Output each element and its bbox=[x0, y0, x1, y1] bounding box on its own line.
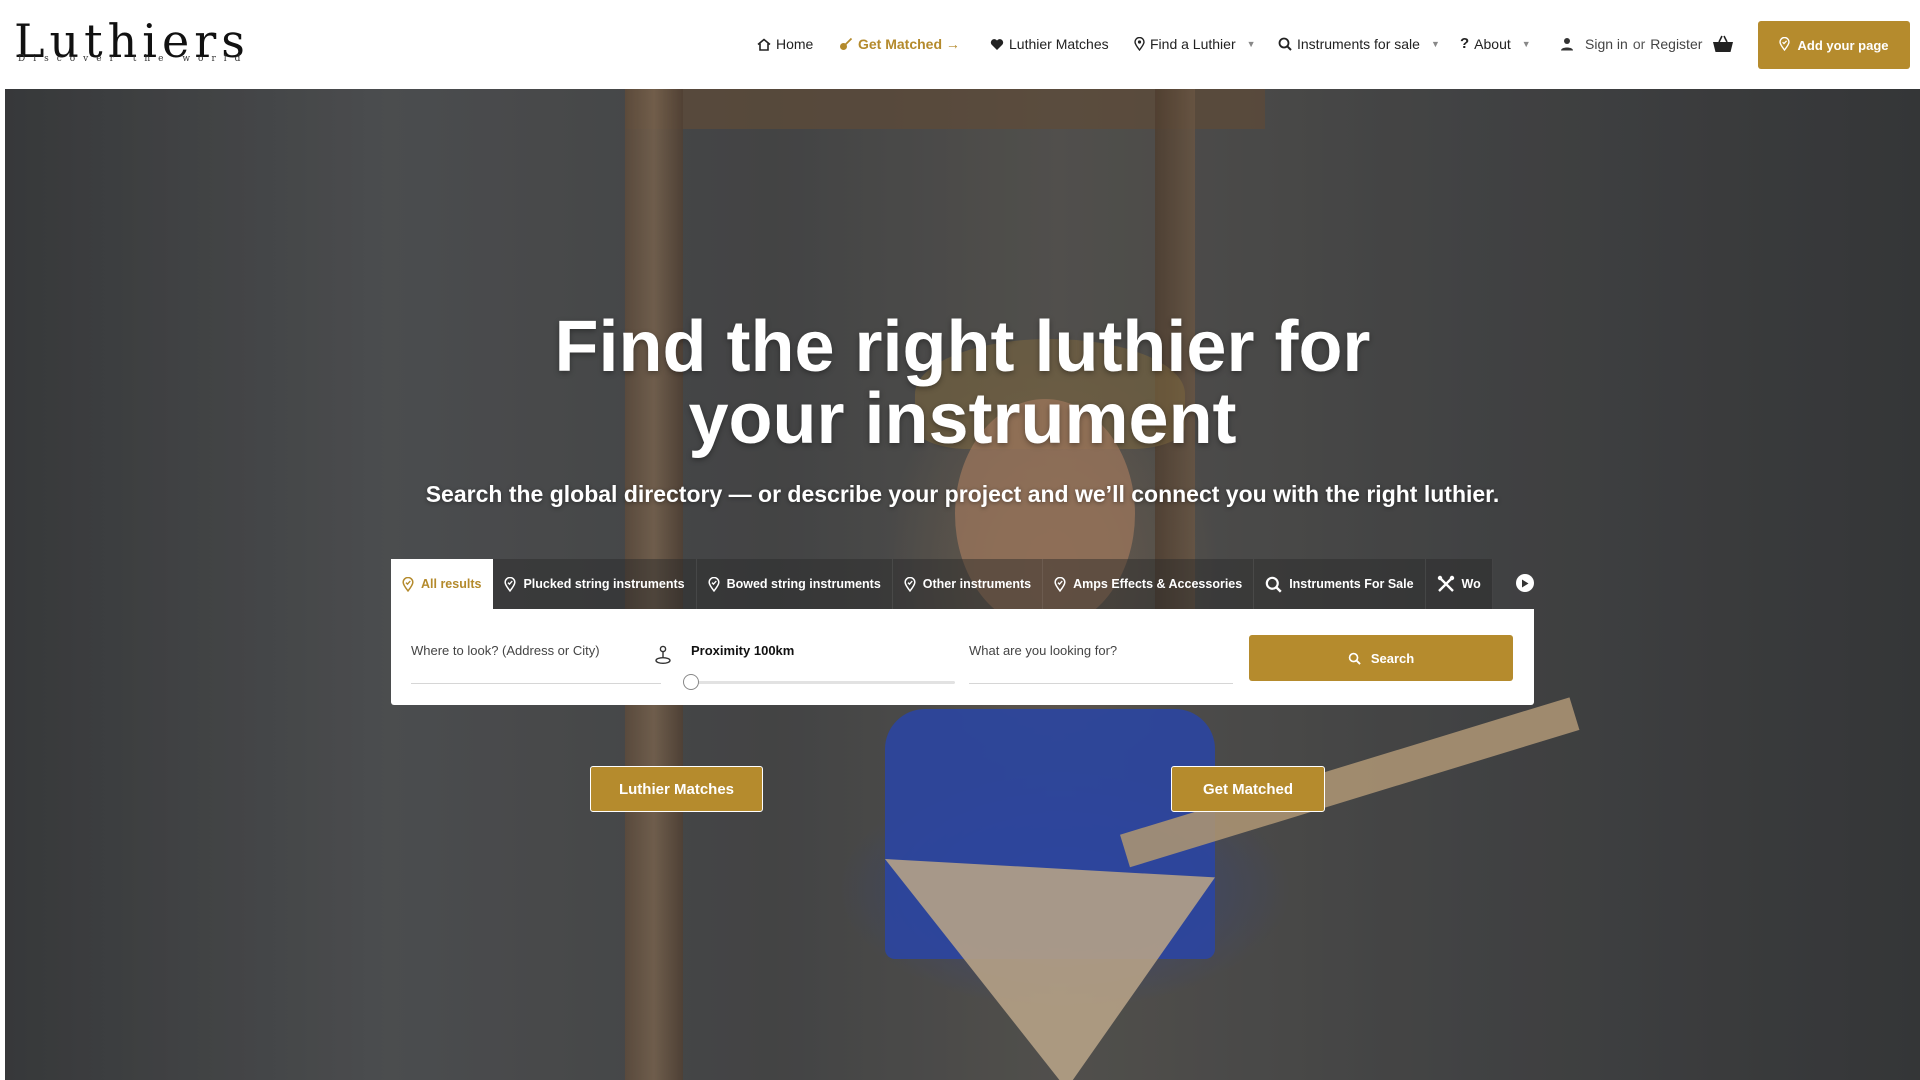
tab-1[interactable]: Plucked string instruments bbox=[493, 559, 697, 609]
nav-instruments-for-sale-label: Instruments for sale bbox=[1297, 36, 1420, 52]
tools-icon bbox=[1437, 575, 1455, 593]
question-icon: ? bbox=[1460, 35, 1470, 52]
map-pin-icon bbox=[1054, 576, 1066, 592]
sign-in-link[interactable]: Sign in bbox=[1585, 36, 1628, 52]
map-pin-icon bbox=[708, 576, 720, 592]
map-pin-icon bbox=[1779, 36, 1791, 54]
hero-title: Find the right luthier for your instrume… bbox=[5, 311, 1920, 455]
tab-2[interactable]: Bowed string instruments bbox=[696, 559, 893, 609]
nav-home-label: Home bbox=[776, 36, 814, 52]
guitar-icon bbox=[839, 37, 853, 51]
get-matched-button[interactable]: Get Matched bbox=[1171, 766, 1325, 812]
cart-button[interactable] bbox=[1712, 34, 1734, 54]
nav-home[interactable]: Home bbox=[757, 32, 813, 56]
tab-label: Wo bbox=[1461, 577, 1481, 591]
hero-subtitle: Search the global directory — or describ… bbox=[425, 481, 1500, 507]
basket-icon bbox=[1713, 35, 1733, 52]
map-pin-icon bbox=[1134, 37, 1145, 51]
nav-get-matched[interactable]: Get Matched → bbox=[839, 32, 960, 56]
location-input-underline bbox=[411, 683, 661, 684]
tab-label: Bowed string instruments bbox=[726, 577, 881, 591]
nav-find-luthier[interactable]: Find a Luthier ▼ bbox=[1134, 32, 1256, 56]
query-input[interactable]: What are you looking for? bbox=[969, 643, 1117, 658]
tab-label: Amps Effects & Accessories bbox=[1073, 577, 1243, 591]
hero-title-line2: your instrument bbox=[688, 379, 1237, 459]
proximity-label: Proximity 100km bbox=[691, 643, 795, 658]
chevron-down-icon: ▼ bbox=[1521, 39, 1531, 49]
tab-3[interactable]: Other instruments bbox=[892, 559, 1044, 609]
map-pin-icon bbox=[402, 576, 414, 592]
tab-0[interactable]: All results bbox=[391, 559, 494, 609]
hero-title-line1: Find the right luthier for bbox=[554, 307, 1371, 387]
luthier-matches-button[interactable]: Luthier Matches bbox=[590, 766, 763, 812]
map-pin-icon bbox=[504, 576, 517, 592]
nav-instruments-for-sale[interactable]: Instruments for sale ▼ bbox=[1278, 32, 1440, 56]
map-pin-icon bbox=[904, 576, 916, 592]
tabs-scroll-right-button[interactable] bbox=[1516, 574, 1534, 592]
nav-about[interactable]: ? About ▼ bbox=[1460, 32, 1531, 56]
search-icon bbox=[1278, 37, 1292, 51]
tab-label: All results bbox=[421, 577, 482, 591]
tab-4[interactable]: Amps Effects & Accessories bbox=[1043, 559, 1255, 609]
register-link[interactable]: Register bbox=[1650, 36, 1702, 52]
tab-label: Other instruments bbox=[922, 577, 1032, 591]
query-input-underline bbox=[969, 683, 1233, 684]
tab-label: Plucked string instruments bbox=[523, 577, 685, 591]
chevron-down-icon: ▼ bbox=[1246, 39, 1256, 49]
tab-5[interactable]: Instruments For Sale bbox=[1254, 559, 1426, 609]
nav-sign-in[interactable]: Sign in or Register bbox=[1560, 32, 1702, 56]
home-icon bbox=[757, 37, 771, 51]
heart-icon bbox=[990, 38, 1004, 51]
proximity-slider-thumb[interactable] bbox=[683, 674, 699, 690]
tab-label: Instruments For Sale bbox=[1289, 577, 1414, 591]
user-icon bbox=[1560, 37, 1574, 51]
search-icon bbox=[1348, 652, 1361, 665]
search-button-label: Search bbox=[1370, 650, 1415, 666]
play-arrow-icon bbox=[1522, 579, 1529, 587]
location-input[interactable]: Where to look? (Address or City) bbox=[411, 643, 600, 658]
chevron-down-icon: ▼ bbox=[1430, 39, 1440, 49]
add-your-page-button[interactable]: Add your page bbox=[1758, 21, 1910, 69]
nav-get-matched-label: Get Matched → bbox=[858, 36, 960, 52]
tab-6[interactable]: Wo bbox=[1425, 559, 1493, 609]
add-your-page-label: Add your page bbox=[1797, 37, 1889, 53]
nav-luthier-matches[interactable]: Luthier Matches bbox=[990, 32, 1109, 56]
proximity-icon bbox=[654, 645, 672, 670]
site-header: Luthiers Discover the world Home Get Mat… bbox=[0, 0, 1920, 88]
search-button[interactable]: Search bbox=[1249, 635, 1513, 681]
nav-about-label: About bbox=[1474, 36, 1511, 52]
proximity-slider-track[interactable] bbox=[691, 681, 955, 684]
logo-tagline: Discover the world bbox=[18, 54, 249, 64]
search-panel: Where to look? (Address or City) Proximi… bbox=[391, 609, 1534, 705]
sign-in-or: or bbox=[1632, 36, 1646, 52]
category-tabs: All results Plucked string instruments Bow… bbox=[391, 559, 1534, 609]
nav-find-luthier-label: Find a Luthier bbox=[1150, 36, 1236, 52]
nav-luthier-matches-label: Luthier Matches bbox=[1009, 36, 1109, 52]
site-logo[interactable]: Luthiers Discover the world bbox=[14, 18, 245, 70]
search-icon bbox=[1265, 576, 1282, 593]
